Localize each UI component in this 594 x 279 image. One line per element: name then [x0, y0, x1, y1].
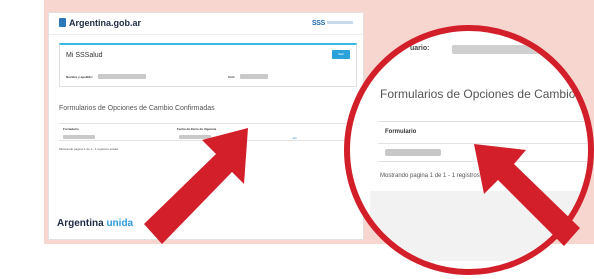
column-header-formulario: Formulario: [63, 127, 79, 131]
arrow-right-icon: [474, 144, 580, 246]
pagination-info: Mostrando pagina 1 de 1 - 1 registros to…: [59, 147, 119, 151]
arrow-left-icon: [144, 128, 248, 244]
site-header: Argentina.gob.ar SSS: [49, 13, 363, 35]
footer-brand-main: Argentina: [57, 218, 104, 229]
arrow-right-shape: [474, 144, 580, 246]
sss-logo: SSS: [312, 20, 353, 27]
user-card: Mi SSSalud Salir Nombre y apellido: Cuit…: [59, 43, 357, 87]
name-value-redacted: [98, 74, 146, 79]
zoom-column-header: Formulario: [385, 129, 417, 135]
salir-button[interactable]: Salir: [332, 50, 350, 59]
name-label: Nombre y apellido:: [66, 75, 94, 79]
view-link[interactable]: Ver: [292, 136, 297, 140]
footer-brand: Argentina unida: [57, 218, 133, 229]
zoom-table-top-line: [378, 121, 588, 122]
zoom-pagination-info: Mostrando pagina 1 de 1 - 1 registros: [380, 173, 480, 179]
zoom-row-redacted: [385, 149, 441, 156]
argentina-brand-text: Argentina.gob.ar: [69, 18, 142, 28]
zoom-user-label: uario:: [410, 45, 430, 52]
sun-icon: [59, 18, 66, 27]
sss-logo-bar: [327, 21, 353, 24]
footer-brand-accent: unida: [106, 218, 134, 229]
cuit-value-redacted: [240, 74, 268, 79]
sss-brand-text: SSS: [311, 20, 325, 27]
cuit-label: Cuit:: [228, 75, 235, 79]
card-title: Mi SSSalud: [66, 52, 103, 59]
zoom-user-redacted: [452, 45, 572, 54]
section-title: Formularios de Opciones de Cambio Confir…: [59, 105, 215, 112]
zoom-section-title: Formularios de Opciones de Cambio: [380, 87, 576, 101]
form-value-redacted: [63, 135, 95, 139]
argentina-logo[interactable]: Argentina.gob.ar: [59, 18, 141, 28]
arrow-left-shape: [144, 128, 248, 244]
